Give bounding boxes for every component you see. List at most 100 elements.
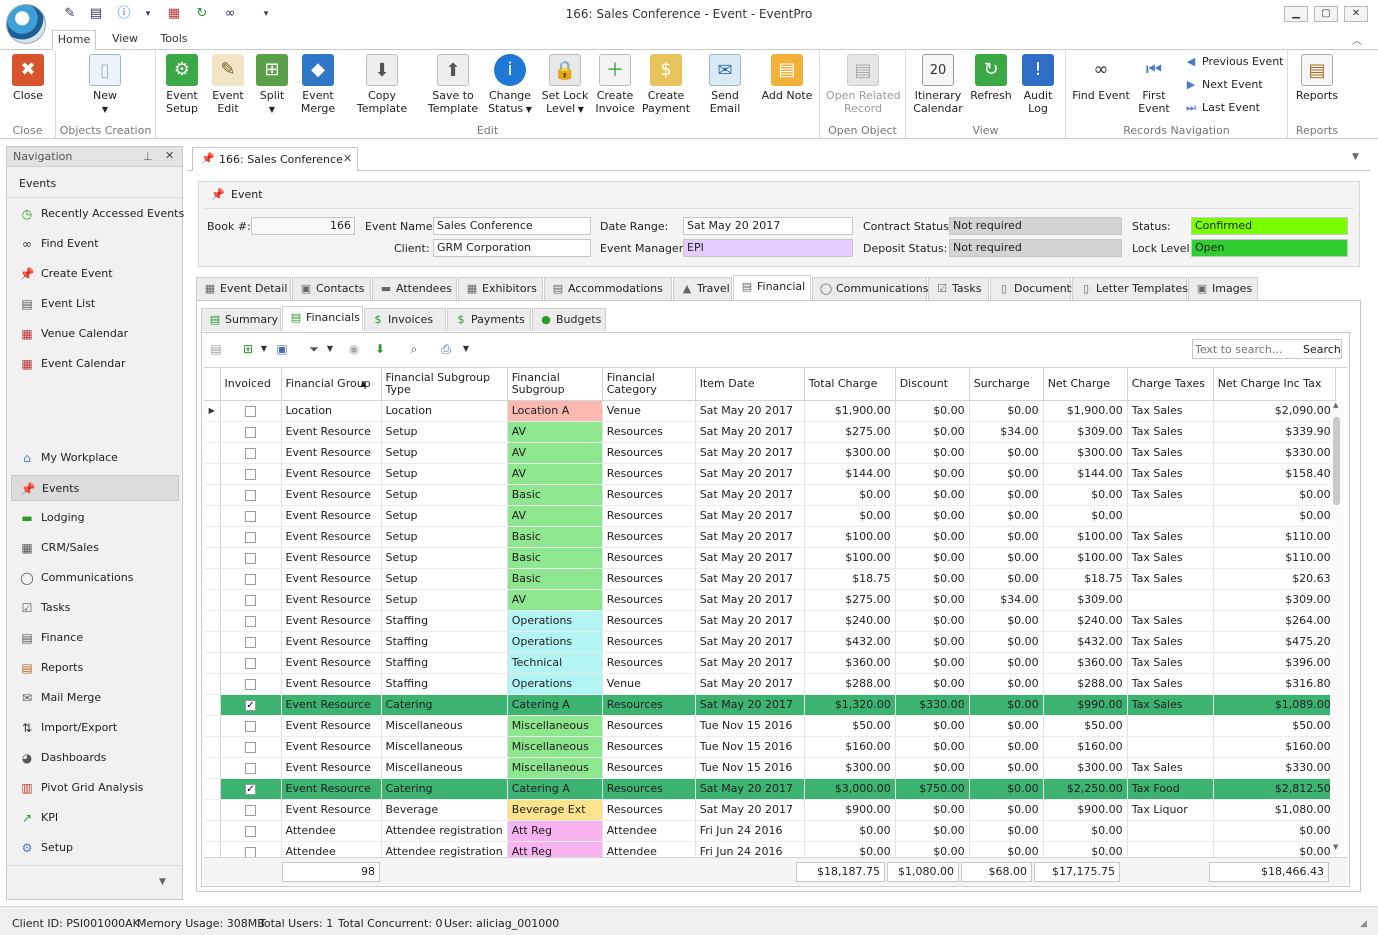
tab-accommodations[interactable]: ▤ Accommodations <box>544 277 672 300</box>
event-merge-button[interactable]: ◆ Event Merge <box>296 54 340 115</box>
table-row[interactable]: Event Resource Setup AV Resources Sat May 20… <box>204 589 1336 611</box>
checkbox[interactable] <box>245 510 256 522</box>
save-icon[interactable]: ▣ <box>274 341 290 357</box>
invoiced-cell[interactable] <box>220 568 282 590</box>
column-header-discount[interactable]: Discount <box>895 368 970 401</box>
subtab-payments[interactable]: $ Payments <box>447 308 531 331</box>
nav-item-find-event[interactable]: ∞ Find Event <box>11 231 179 257</box>
scrollbar-thumb[interactable] <box>1333 417 1340 505</box>
first-event-button[interactable]: ⏮ First Event <box>1136 54 1172 115</box>
table-row[interactable]: Event Resource Setup Basic Resources Sat May… <box>204 547 1336 569</box>
next-event-button[interactable]: ▶ Next Event <box>1184 77 1263 93</box>
nav-module-communications[interactable]: ◯ Communications <box>11 565 179 591</box>
calendar-icon[interactable]: ▦ <box>166 6 182 22</box>
expand-icon[interactable]: ⬇ <box>372 341 388 357</box>
invoiced-cell[interactable] <box>220 799 282 821</box>
nav-module-events[interactable]: 📌 Events <box>11 475 179 501</box>
close-icon[interactable]: ✕ <box>165 149 174 162</box>
checkbox[interactable] <box>245 426 256 438</box>
tab-tools[interactable]: Tools <box>154 30 194 50</box>
find-icon[interactable]: ⌕ <box>406 341 422 357</box>
checkbox[interactable] <box>245 552 256 564</box>
table-row[interactable]: Attendee Attendee registration Att Reg Atte… <box>204 820 1336 842</box>
invoiced-cell[interactable] <box>220 484 282 506</box>
nav-item-create-event[interactable]: 📌 Create Event <box>11 261 179 287</box>
tab-event-detail[interactable]: ▦ Event Detail <box>196 277 291 300</box>
tab-view[interactable]: View <box>106 30 144 50</box>
nav-module-pivot-grid-analysis[interactable]: ▥ Pivot Grid Analysis <box>11 775 179 801</box>
checkbox[interactable] <box>245 636 256 648</box>
set-lock-button[interactable]: 🔒 Set Lock Level ▼ <box>540 54 590 116</box>
checkbox[interactable] <box>245 762 256 774</box>
column-header-financial-subgroup-type[interactable]: Financial Subgroup Type <box>381 368 508 401</box>
binoculars-icon[interactable]: ∞ <box>222 6 238 22</box>
nav-module-mail-merge[interactable]: ✉ Mail Merge <box>11 685 179 711</box>
create-invoice-button[interactable]: ＋ Create Invoice <box>592 54 638 115</box>
table-row[interactable]: Event Resource Miscellaneous Miscellaneous… <box>204 757 1336 779</box>
table-row[interactable]: Event Resource Beverage Beverage Ext Resour… <box>204 799 1336 821</box>
reports-button[interactable]: ▤ Reports <box>1292 54 1342 102</box>
checkbox[interactable] <box>245 447 256 459</box>
close-window-button[interactable]: ✕ <box>1344 6 1368 22</box>
nav-item-event-list[interactable]: ▤ Event List <box>11 291 179 317</box>
table-row[interactable]: ▶ Location Location Location A Venue Sat May … <box>204 400 1336 422</box>
chevron-down-icon[interactable]: ▼ <box>322 341 338 357</box>
previous-event-button[interactable]: ◀ Previous Event <box>1184 54 1284 70</box>
table-row[interactable]: ✓ Event Resource Catering Catering A Resourc… <box>204 778 1336 800</box>
column-header-net-charge[interactable]: Net Charge <box>1043 368 1128 401</box>
invoiced-cell[interactable] <box>220 421 282 443</box>
edit-icon[interactable]: ✎ <box>62 6 78 22</box>
subtab-invoices[interactable]: $ Invoices <box>364 308 446 331</box>
nav-item-event-calendar[interactable]: ▦ Event Calendar <box>11 351 179 377</box>
table-row[interactable]: Event Resource Setup AV Resources Sat May 20… <box>204 463 1336 485</box>
client-field[interactable]: GRM Corporation <box>433 239 591 257</box>
tab-attendees[interactable]: ▬ Attendees <box>372 277 457 300</box>
checkbox[interactable] <box>245 741 256 753</box>
column-header-total-charge[interactable]: Total Charge <box>804 368 896 401</box>
checkbox[interactable] <box>245 825 256 837</box>
checkbox[interactable] <box>245 594 256 606</box>
invoiced-cell[interactable] <box>220 757 282 779</box>
tab-home[interactable]: Home <box>52 30 96 50</box>
table-row[interactable]: Event Resource Miscellaneous Miscellaneous… <box>204 736 1336 758</box>
invoiced-cell[interactable] <box>220 610 282 632</box>
invoiced-cell[interactable] <box>220 736 282 758</box>
invoiced-cell[interactable]: ✓ <box>220 694 282 716</box>
invoiced-cell[interactable] <box>220 673 282 695</box>
contract-status-field[interactable]: Not required <box>949 217 1122 235</box>
minimize-button[interactable]: ▁ <box>1284 6 1308 22</box>
table-row[interactable]: Event Resource Staffing Operations Resource… <box>204 610 1336 632</box>
chevron-down-icon[interactable]: ▼ <box>256 341 272 357</box>
add-row-icon[interactable]: ⊞ <box>240 341 256 357</box>
column-header-net-charge-inc-tax[interactable]: Net Charge Inc Tax <box>1213 368 1336 401</box>
nav-module-import-export[interactable]: ⇅ Import/Export <box>11 715 179 741</box>
table-row[interactable]: Event Resource Setup Basic Resources Sat May… <box>204 568 1336 590</box>
subtab-budgets[interactable]: ● Budgets <box>532 308 606 331</box>
table-row[interactable]: Event Resource Setup AV Resources Sat May 20… <box>204 421 1336 443</box>
tab-contacts[interactable]: ▣ Contacts <box>292 277 371 300</box>
nav-module-kpi[interactable]: ↗ KPI <box>11 805 179 831</box>
tab-documents[interactable]: ▯ Documents <box>990 277 1077 300</box>
tab-list-chevron-icon[interactable]: ▼ <box>1352 152 1359 162</box>
date-range-field[interactable]: Sat May 20 2017 <box>683 217 853 235</box>
change-status-button[interactable]: i Change Status ▼ <box>484 54 536 116</box>
column-header-financial-category[interactable]: Financial Category <box>602 368 696 401</box>
checkbox[interactable] <box>245 573 256 585</box>
search-button[interactable]: Search <box>1303 343 1341 356</box>
filter-icon[interactable]: ⏷ <box>306 341 322 357</box>
subtab-summary[interactable]: ▤ Summary <box>201 308 281 331</box>
chevron-down-icon[interactable]: ▼ <box>458 341 474 357</box>
column-header-surcharge[interactable]: Surcharge <box>969 368 1044 401</box>
checkbox[interactable] <box>245 720 256 732</box>
table-row[interactable]: Event Resource Staffing Operations Venue Sat… <box>204 673 1336 695</box>
column-header-invoiced[interactable]: Invoiced <box>220 368 282 401</box>
table-row[interactable]: Event Resource Setup AV Resources Sat May 20… <box>204 505 1336 527</box>
collapse-icon[interactable]: ◉ <box>346 341 362 357</box>
table-row[interactable]: Event Resource Setup Basic Resources Sat May… <box>204 484 1336 506</box>
nav-module-crm-sales[interactable]: ▦ CRM/Sales <box>11 535 179 561</box>
checkbox[interactable] <box>245 615 256 627</box>
table-row[interactable]: ✓ Event Resource Catering Catering A Resourc… <box>204 694 1336 716</box>
column-header-item-date[interactable]: Item Date <box>695 368 805 401</box>
nav-module-lodging[interactable]: ▬ Lodging <box>11 505 179 531</box>
send-email-button[interactable]: ✉ Send Email <box>696 54 754 115</box>
